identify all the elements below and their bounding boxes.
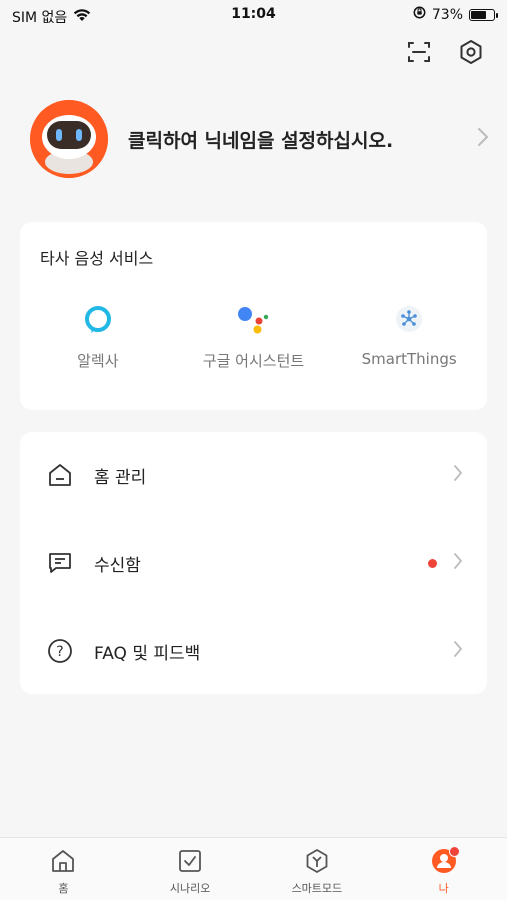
service-alexa[interactable]: 알렉사 bbox=[20, 302, 176, 371]
tab-scenario[interactable]: 시나리오 bbox=[127, 838, 254, 900]
chevron-right-icon bbox=[453, 464, 463, 486]
menu-item-faq-feedback[interactable]: ? FAQ 및 피드백 bbox=[20, 621, 487, 681]
menu-item-label: 홈 관리 bbox=[94, 467, 147, 488]
status-right: 73% bbox=[413, 6, 498, 23]
smartthings-icon bbox=[392, 302, 426, 336]
service-label: SmartThings bbox=[361, 350, 457, 368]
service-label: 구글 어시스턴트 bbox=[202, 352, 305, 370]
bottom-tab-bar: 홈 시나리오 스마트모드 나 bbox=[0, 837, 507, 900]
battery-percent: 73% bbox=[431, 6, 463, 23]
service-label: 알렉사 bbox=[77, 352, 119, 370]
service-smartthings[interactable]: SmartThings bbox=[331, 302, 487, 371]
nickname-prompt: 클릭하여 닉네임을 설정하십시오. bbox=[128, 129, 394, 152]
chevron-right-icon bbox=[453, 552, 463, 574]
google-assistant-icon bbox=[237, 302, 271, 336]
menu-item-label: 수신함 bbox=[94, 555, 141, 576]
home-outline-icon bbox=[46, 461, 74, 489]
alexa-icon bbox=[81, 302, 115, 336]
settings-icon[interactable] bbox=[457, 38, 485, 66]
svg-text:?: ? bbox=[56, 644, 63, 660]
top-actions bbox=[405, 38, 485, 66]
tab-label: 시나리오 bbox=[169, 882, 211, 895]
voice-services-title: 타사 음성 서비스 bbox=[40, 249, 154, 268]
voice-services-card: 타사 음성 서비스 알렉사 구글 어시스턴트 SmartThings bbox=[20, 222, 487, 410]
status-bar: SIM 없음 11:04 73% bbox=[0, 0, 507, 30]
battery-icon bbox=[469, 8, 498, 21]
orientation-lock-icon bbox=[413, 6, 426, 23]
scenario-icon bbox=[176, 847, 204, 875]
tab-me[interactable]: 나 bbox=[380, 838, 507, 900]
me-icon bbox=[430, 846, 460, 875]
help-icon: ? bbox=[46, 637, 74, 665]
profile-row[interactable]: 클릭하여 닉네임을 설정하십시오. bbox=[30, 98, 489, 180]
message-icon bbox=[46, 549, 74, 577]
battery-fill bbox=[471, 10, 486, 19]
home-icon bbox=[49, 847, 77, 875]
unread-dot bbox=[428, 558, 437, 568]
tab-label: 스마트모드 bbox=[291, 882, 343, 895]
menu-item-label: FAQ 및 피드백 bbox=[94, 643, 201, 664]
menu-item-home-management[interactable]: 홈 관리 bbox=[20, 445, 487, 505]
voice-services-list: 알렉사 구글 어시스턴트 SmartThings bbox=[20, 302, 487, 371]
tab-label: 홈 bbox=[58, 882, 69, 895]
smartmode-icon bbox=[303, 847, 331, 875]
tab-smartmode[interactable]: 스마트모드 bbox=[254, 838, 381, 900]
scan-icon[interactable] bbox=[405, 38, 433, 66]
menu-card: 홈 관리 수신함 ? FAQ 및 피드백 bbox=[20, 432, 487, 694]
service-google-assistant[interactable]: 구글 어시스턴트 bbox=[176, 302, 332, 371]
tab-label: 나 bbox=[438, 882, 449, 895]
tab-home[interactable]: 홈 bbox=[0, 838, 127, 900]
avatar[interactable] bbox=[30, 100, 108, 178]
chevron-right-icon bbox=[453, 640, 463, 662]
chevron-right-icon bbox=[477, 127, 489, 151]
menu-item-inbox[interactable]: 수신함 bbox=[20, 533, 487, 593]
notification-badge bbox=[448, 846, 460, 857]
